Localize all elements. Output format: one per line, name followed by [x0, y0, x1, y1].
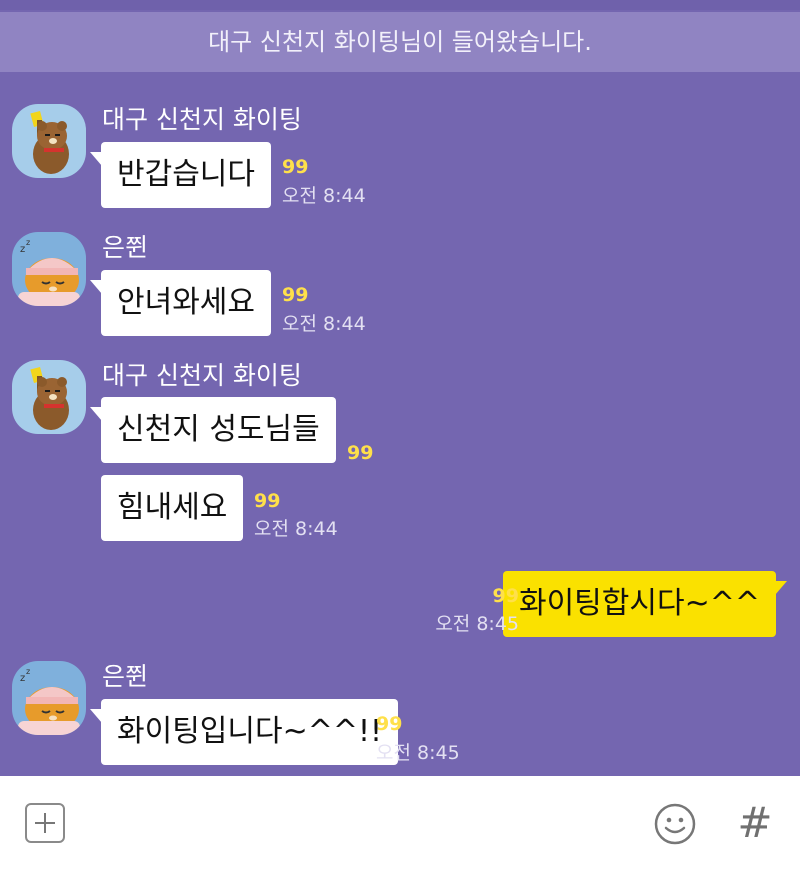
join-notice: 대구 신천지 화이팅님이 들어왔습니다.: [0, 12, 800, 72]
avatar-sleepy-ryan[interactable]: z z: [12, 232, 86, 306]
message-time: 오전 8:45: [435, 613, 519, 635]
plus-icon[interactable]: [25, 803, 65, 843]
unread-count: 99: [347, 442, 374, 464]
message-time: 오전 8:44: [282, 313, 366, 335]
smiley-icon[interactable]: [654, 803, 696, 845]
top-strip: [0, 0, 800, 10]
my-message-bubble[interactable]: 화이팅합시다~^^: [502, 571, 788, 637]
chat-room[interactable]: 대구 신천지 화이팅님이 들어왔습니다. 대구 신천지 화이팅 반갑습니다 99…: [0, 0, 800, 776]
unread-count: 99: [282, 284, 309, 306]
svg-text:z: z: [20, 673, 25, 684]
avatar-ryan[interactable]: [12, 360, 86, 434]
avatar-sleepy-ryan[interactable]: z z: [12, 661, 86, 735]
sender-name: 은쮠: [102, 233, 149, 262]
message-time: 오전 8:44: [282, 185, 366, 207]
message-bubble[interactable]: 안녀와세요: [90, 270, 271, 336]
ryan-character-icon: [12, 360, 86, 434]
sleeping-ryan-icon: z z: [12, 232, 86, 306]
message-time: 오전 8:44: [254, 518, 338, 540]
message-bubble[interactable]: 힘내세요: [101, 475, 244, 541]
message-bubble[interactable]: 화이팅입니다~^^!!: [89, 699, 399, 765]
svg-text:z: z: [20, 244, 25, 255]
ryan-character-icon: [12, 104, 86, 178]
sender-name: 대구 신천지 화이팅: [102, 105, 302, 134]
svg-text:z: z: [26, 238, 30, 247]
sleeping-ryan-icon: z z: [12, 661, 86, 735]
sender-name: 은쮠: [102, 662, 149, 691]
message-input-bar[interactable]: #: [0, 776, 800, 870]
sender-name: 대구 신천지 화이팅: [102, 361, 302, 390]
hashtag-search-button[interactable]: #: [734, 798, 776, 848]
unread-count: 99: [376, 713, 403, 735]
unread-count: 99: [492, 585, 519, 607]
message-time: 오전 8:45: [376, 742, 460, 764]
avatar-ryan[interactable]: [12, 104, 86, 178]
message-bubble[interactable]: 신천지 성도님들: [90, 397, 336, 463]
unread-count: 99: [282, 156, 309, 178]
svg-text:z: z: [26, 667, 30, 676]
message-bubble[interactable]: 반갑습니다: [90, 142, 271, 208]
unread-count: 99: [254, 490, 281, 512]
